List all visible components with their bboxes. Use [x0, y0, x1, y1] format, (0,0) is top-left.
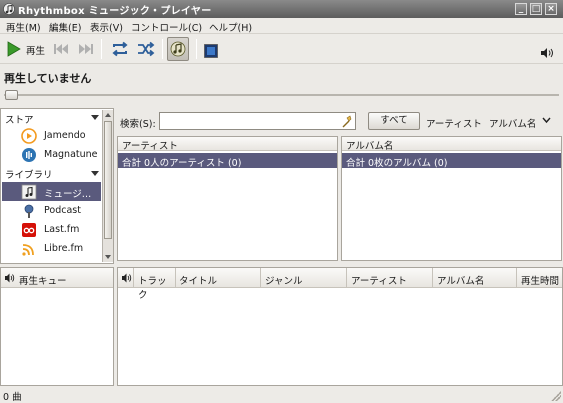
source-item-label: Last.fm: [44, 224, 80, 235]
artist-browser: アーティスト 合計 0人のアーティスト (0): [117, 136, 338, 261]
source-item-magnatune[interactable]: Magnatune: [2, 145, 101, 164]
scrollbar-thumb[interactable]: [104, 121, 112, 239]
toolbar: 再生: [0, 34, 563, 64]
lastfm-icon: [22, 223, 36, 237]
next-icon[interactable]: [77, 39, 95, 59]
album-browser: アルバム名 合計 0枚のアルバム (0): [341, 136, 562, 261]
music-library-icon: [21, 184, 37, 200]
artist-filter[interactable]: アーティスト: [426, 116, 482, 130]
source-item-music[interactable]: ミュージ…: [2, 182, 101, 201]
play-queue-header[interactable]: 再生キュー: [1, 268, 113, 288]
title-bar: Rhythmbox ミュージック・プレイヤー _ □ ×: [0, 0, 563, 18]
source-list-scrollbar[interactable]: [102, 110, 113, 262]
source-item-jamendo[interactable]: Jamendo: [2, 126, 101, 145]
play-label: 再生: [26, 46, 46, 57]
track-list: トラック タイトル ジャンル アーティスト アルバム名 再生時間: [117, 267, 563, 386]
column-label: 再生時間: [521, 276, 560, 287]
artist-column-label: アーティスト: [122, 141, 178, 152]
column-label: トラック: [138, 276, 167, 301]
source-header-store[interactable]: ストア: [5, 112, 34, 126]
seek-bar[interactable]: [4, 94, 559, 96]
toolbar-separator: [101, 39, 102, 59]
magnatune-icon: [22, 148, 36, 162]
now-playing-speaker-icon: [122, 273, 132, 283]
play-icon: [7, 41, 21, 57]
source-item-librefm[interactable]: Libre.fm: [2, 239, 101, 258]
album-row-all[interactable]: 合計 0枚のアルバム (0): [342, 153, 561, 169]
search-input[interactable]: [159, 112, 356, 130]
close-button[interactable]: ×: [545, 3, 557, 15]
scroll-down-icon[interactable]: [105, 255, 111, 259]
song-count: 0 曲: [3, 392, 22, 403]
source-item-label: Magnatune: [44, 149, 98, 160]
source-item-podcast[interactable]: Podcast: [2, 201, 101, 220]
column-label: アルバム名: [437, 276, 485, 287]
search-label: 検索(S):: [120, 119, 156, 130]
window-title: Rhythmbox ミュージック・プレイヤー: [18, 6, 212, 17]
artist-row-label: 合計 0人のアーティスト (0): [122, 158, 242, 169]
column-label: ジャンル: [265, 276, 303, 287]
play-button[interactable]: 再生: [4, 39, 48, 59]
column-label: アーティスト: [351, 276, 407, 287]
artist-row-all[interactable]: 合計 0人のアーティスト (0): [118, 153, 337, 169]
play-queue-label: 再生キュー: [19, 276, 67, 287]
seek-handle[interactable]: [5, 90, 18, 100]
menu-view[interactable]: 表示(V): [90, 20, 123, 34]
track-number-column-header[interactable]: トラック: [134, 268, 176, 301]
toolbar-separator: [196, 39, 197, 59]
podcast-icon: [24, 204, 34, 218]
source-header-library[interactable]: ライブラリ: [5, 167, 53, 181]
minimize-button[interactable]: _: [515, 3, 527, 15]
album-column-label: アルバム名: [346, 141, 394, 152]
visualization-icon[interactable]: [204, 41, 218, 61]
queue-speaker-icon: [5, 273, 15, 283]
collapse-store-icon[interactable]: [91, 115, 99, 120]
now-playing-column[interactable]: [118, 268, 134, 288]
menu-edit[interactable]: 編集(E): [49, 20, 81, 34]
album-filter[interactable]: アルバム名: [489, 116, 536, 130]
source-list: ストア Jamendo Magnatune ライブラリ ミュージ… Podcas…: [0, 108, 114, 264]
music-browser-icon: [170, 41, 186, 57]
artist-column-header[interactable]: アーティスト: [118, 137, 337, 152]
librefm-icon: [22, 244, 34, 256]
menu-help[interactable]: ヘルプ(H): [209, 20, 252, 34]
play-queue: 再生キュー: [0, 267, 114, 386]
toolbar-separator: [162, 39, 163, 59]
playback-status: 再生していません: [4, 72, 92, 85]
resize-grip-icon[interactable]: [551, 391, 561, 401]
repeat-icon[interactable]: [110, 39, 130, 59]
genre-column-header[interactable]: ジャンル: [261, 268, 347, 288]
album-column-header[interactable]: アルバム名: [433, 268, 517, 288]
source-item-label: Podcast: [44, 205, 81, 216]
all-filter-button[interactable]: すべて: [368, 112, 420, 130]
menu-bar: 再生(M) 編集(E) 表示(V) コントロール(C) ヘルプ(H): [0, 18, 563, 34]
source-item-lastfm[interactable]: Last.fm: [2, 220, 101, 239]
volume-icon[interactable]: [540, 43, 554, 63]
album-row-label: 合計 0枚のアルバム (0): [346, 158, 448, 169]
column-label: タイトル: [179, 276, 218, 287]
source-item-label: Jamendo: [44, 130, 86, 141]
maximize-button[interactable]: □: [530, 3, 542, 15]
title-column-header[interactable]: タイトル: [176, 268, 261, 288]
artist-column-header[interactable]: アーティスト: [347, 268, 433, 288]
rhythmbox-app-icon: [3, 3, 15, 15]
collapse-library-icon[interactable]: [91, 171, 99, 176]
source-item-label: ミュージ…: [44, 189, 92, 200]
chevron-down-icon[interactable]: [542, 117, 551, 124]
album-column-header[interactable]: アルバム名: [342, 137, 561, 152]
browse-toggle-button[interactable]: [167, 37, 189, 61]
source-item-label: Libre.fm: [44, 243, 84, 254]
menu-control[interactable]: コントロール(C): [131, 20, 202, 34]
menu-play[interactable]: 再生(M): [6, 20, 41, 34]
shuffle-icon[interactable]: [136, 39, 156, 59]
status-bar: 0 曲: [0, 386, 563, 403]
track-list-header: トラック タイトル ジャンル アーティスト アルバム名 再生時間: [118, 268, 562, 301]
jamendo-icon: [21, 128, 37, 144]
clear-search-icon[interactable]: [340, 115, 352, 128]
scroll-up-icon[interactable]: [105, 113, 111, 117]
duration-column-header[interactable]: 再生時間: [517, 268, 562, 288]
previous-icon[interactable]: [52, 39, 70, 59]
